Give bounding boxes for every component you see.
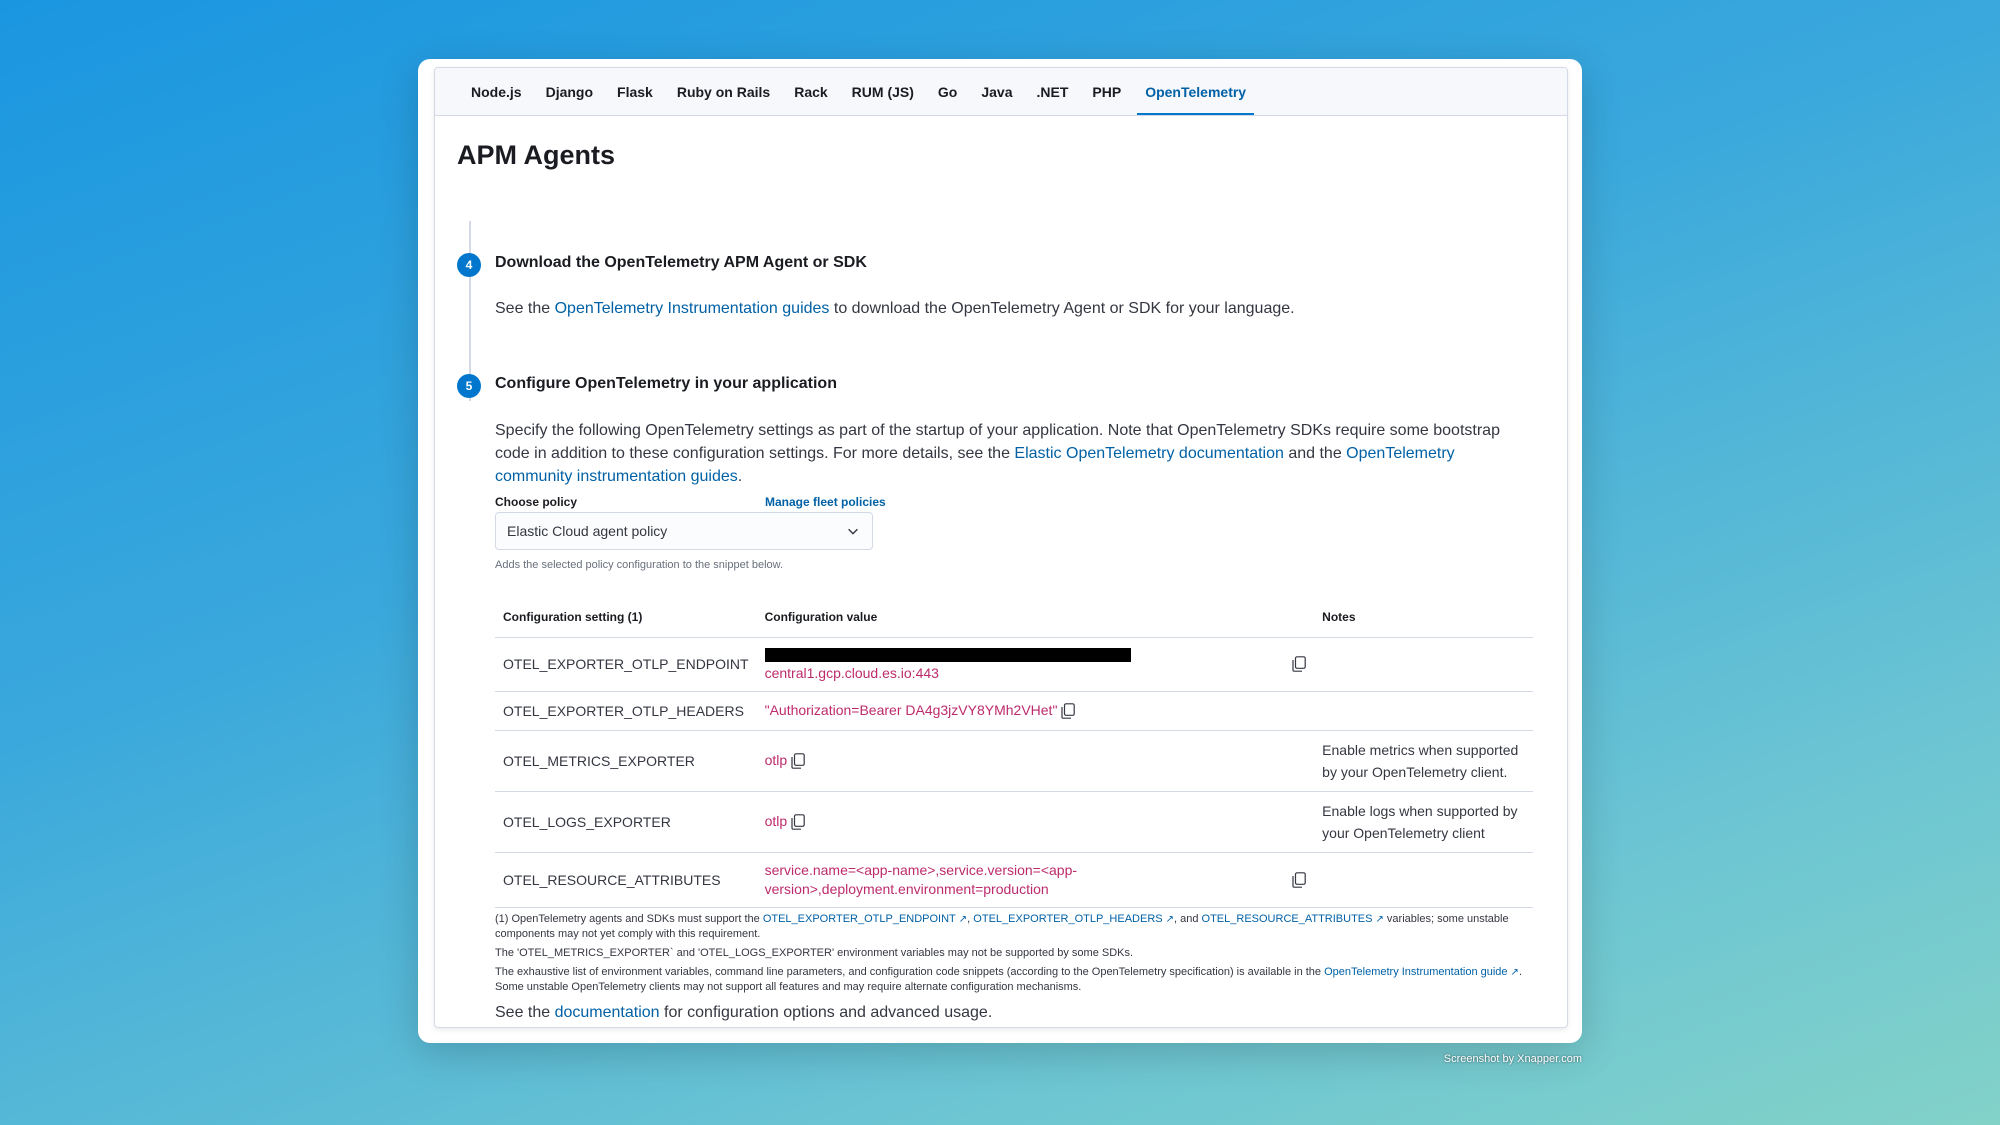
copy-clipboard-icon[interactable]	[1292, 871, 1306, 888]
external-link-icon: ↗	[958, 914, 968, 925]
tab-rum-js[interactable]: RUM (JS)	[840, 68, 926, 115]
setting-notes: Enable logs when supported by your OpenT…	[1314, 791, 1533, 853]
setting-notes: Enable metrics when supported by your Op…	[1314, 730, 1533, 792]
setting-name: OTEL_RESOURCE_ATTRIBUTES	[495, 852, 757, 908]
footnotes: (1) OpenTelemetry agents and SDKs must s…	[495, 912, 1535, 999]
apm-agents-panel: Node.js Django Flask Ruby on Rails Rack …	[434, 67, 1568, 1028]
copy-clipboard-icon[interactable]	[1061, 703, 1076, 719]
tab-go[interactable]: Go	[926, 68, 969, 115]
setting-value-cell: "Authorization=Bearer DA4g3jzVY8YMh2VHet…	[756, 691, 1315, 731]
footnote-2: The 'OTEL_METRICS_EXPORTER` and 'OTEL_LO…	[495, 947, 1134, 959]
otel-endpoint-doc-link[interactable]: OTEL_EXPORTER_OTLP_ENDPOINT	[763, 913, 956, 925]
otel-instrumentation-guides-link[interactable]: OpenTelemetry Instrumentation guides	[555, 300, 830, 317]
tab-nodejs[interactable]: Node.js	[459, 68, 534, 115]
tab-php[interactable]: PHP	[1080, 68, 1133, 115]
otel-headers-doc-link[interactable]: OTEL_EXPORTER_OTLP_HEADERS	[973, 913, 1162, 925]
setting-value: otlp	[764, 751, 788, 768]
table-row: OTEL_EXPORTER_OTLP_ENDPOINT central1.gcp…	[495, 637, 1533, 692]
copy-clipboard-icon[interactable]	[791, 814, 805, 830]
chevron-down-icon	[848, 528, 858, 535]
tab-opentelemetry[interactable]: OpenTelemetry	[1133, 68, 1258, 115]
agent-tabs: Node.js Django Flask Ruby on Rails Rack …	[435, 68, 1567, 116]
policy-select-value: Elastic Cloud agent policy	[507, 523, 668, 539]
policy-select[interactable]: Elastic Cloud agent policy	[495, 512, 873, 550]
tab-ruby-on-rails[interactable]: Ruby on Rails	[665, 68, 782, 115]
footnote-3: The exhaustive list of environment varia…	[495, 966, 1522, 993]
manage-fleet-policies-link[interactable]: Manage fleet policies	[765, 495, 886, 509]
external-link-icon: ↗	[1165, 914, 1174, 925]
tab-dotnet[interactable]: .NET	[1025, 68, 1081, 115]
config-table-header: Configuration setting (1) Configuration …	[495, 597, 1533, 638]
redacted-region	[764, 647, 1131, 662]
step-4-description: See the OpenTelemetry Instrumentation gu…	[495, 300, 1295, 317]
setting-value: central1.gcp.cloud.es.io:443	[764, 664, 939, 681]
setting-name: OTEL_METRICS_EXPORTER	[495, 730, 757, 792]
tab-django[interactable]: Django	[534, 68, 605, 115]
otel-resource-attributes-doc-link[interactable]: OTEL_RESOURCE_ATTRIBUTES	[1202, 913, 1373, 925]
choose-policy-label: Choose policy	[495, 495, 578, 509]
table-row: OTEL_LOGS_EXPORTER otlp Enable logs when…	[495, 791, 1533, 853]
table-row: OTEL_RESOURCE_ATTRIBUTES service.name=<a…	[495, 852, 1533, 908]
external-link-icon: ↗	[1375, 914, 1384, 925]
setting-value: service.name=<app-name>,service.version=…	[764, 861, 1078, 897]
tab-content: APM Agents 4 Download the OpenTelemetry …	[435, 116, 1567, 1027]
policy-help-text: Adds the selected policy configuration t…	[495, 559, 784, 571]
copy-clipboard-icon[interactable]	[1292, 656, 1306, 672]
otel-instrumentation-guide-link[interactable]: OpenTelemetry Instrumentation guide	[1324, 966, 1507, 978]
external-link-icon: ↗	[1510, 967, 1519, 978]
setting-value-cell: central1.gcp.cloud.es.io:443	[756, 637, 1315, 692]
setting-notes	[1314, 691, 1533, 731]
page-title: APM Agents	[457, 140, 616, 170]
table-row: OTEL_EXPORTER_OTLP_HEADERS "Authorizatio…	[495, 691, 1533, 731]
column-header-notes: Notes	[1314, 597, 1533, 638]
setting-value-cell: otlp	[756, 791, 1315, 853]
screenshot-credit: Screenshot by Xnapper.com	[1443, 1053, 1582, 1065]
step-5-title: Configure OpenTelemetry in your applicat…	[495, 375, 837, 392]
setting-name: OTEL_EXPORTER_OTLP_HEADERS	[495, 691, 757, 731]
setting-notes	[1314, 852, 1533, 908]
setting-name: OTEL_LOGS_EXPORTER	[495, 791, 757, 853]
step-5-badge: 5	[457, 374, 481, 398]
setting-value-cell: otlp	[756, 730, 1315, 792]
copy-clipboard-icon[interactable]	[791, 753, 805, 769]
documentation-link[interactable]: documentation	[555, 1004, 660, 1021]
config-table: Configuration setting (1) Configuration …	[495, 597, 1533, 908]
setting-value: "Authorization=Bearer DA4g3jzVY8YMh2VHet…	[764, 701, 1058, 718]
tab-flask[interactable]: Flask	[605, 68, 665, 115]
step-4-title: Download the OpenTelemetry APM Agent or …	[495, 254, 867, 271]
see-documentation-text: See the documentation for configuration …	[495, 1004, 993, 1021]
window-frame: Node.js Django Flask Ruby on Rails Rack …	[418, 59, 1582, 1043]
elastic-otel-docs-link[interactable]: Elastic OpenTelemetry documentation	[1014, 445, 1283, 462]
setting-value: otlp	[764, 812, 788, 829]
column-header-setting: Configuration setting (1)	[495, 597, 757, 638]
table-row: OTEL_METRICS_EXPORTER otlp Enable metric…	[495, 730, 1533, 792]
setting-name: OTEL_EXPORTER_OTLP_ENDPOINT	[495, 637, 757, 692]
step-4-badge: 4	[457, 253, 481, 277]
step-5-description: Specify the following OpenTelemetry sett…	[495, 422, 1500, 485]
column-header-value: Configuration value	[756, 597, 1315, 638]
footnote-1: (1) OpenTelemetry agents and SDKs must s…	[495, 913, 1509, 940]
tab-java[interactable]: Java	[969, 68, 1024, 115]
setting-value-cell: service.name=<app-name>,service.version=…	[756, 852, 1315, 908]
tab-rack[interactable]: Rack	[782, 68, 839, 115]
setting-notes	[1314, 637, 1533, 692]
